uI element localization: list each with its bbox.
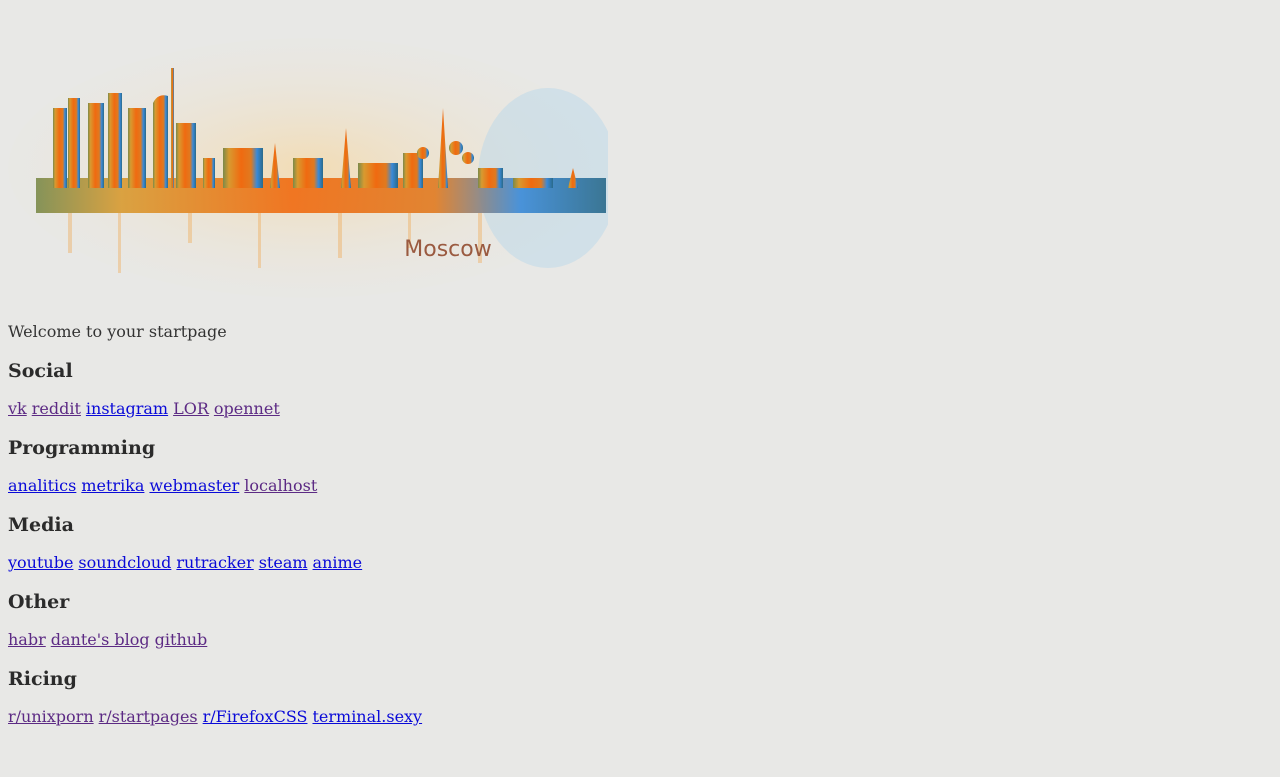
link-row-other: habr dante's blog github [8,629,1272,651]
link-localhost[interactable]: localhost [244,476,317,495]
link-instagram[interactable]: instagram [86,399,168,418]
link-sections: Social vk reddit instagram LOR opennet Program… [8,359,1272,728]
link-row-ricing: r/unixporn r/startpages r/FirefoxCSS termin… [8,706,1272,728]
section-title-social: Social [8,360,73,382]
section-title-other: Other [8,591,70,613]
link-opennet[interactable]: opennet [214,399,280,418]
link-metrika[interactable]: metrika [81,476,144,495]
link-r-unixporn[interactable]: r/unixporn [8,707,94,726]
link-r-startpages[interactable]: r/startpages [99,707,198,726]
section-title-ricing: Ricing [8,668,77,690]
section-title-programming: Programming [8,437,156,459]
moscow-skyline-image: Moscow [8,38,608,298]
link-webmaster[interactable]: webmaster [149,476,239,495]
link-analitics[interactable]: analitics [8,476,76,495]
link-soundcloud[interactable]: soundcloud [78,553,171,572]
link-habr[interactable]: habr [8,630,46,649]
welcome-text: Welcome to your startpage [8,322,227,341]
link-lor[interactable]: LOR [173,399,209,418]
link-row-programming: analitics metrika webmaster localhost [8,475,1272,497]
link-youtube[interactable]: youtube [8,553,73,572]
link-rutracker[interactable]: rutracker [176,553,253,572]
link-steam[interactable]: steam [259,553,308,572]
banner-caption: Moscow [404,237,491,262]
link-vk[interactable]: vk [8,399,27,418]
startpage: Moscow Welcome to your startpage Social v… [0,8,1280,728]
link-r-firefoxcss[interactable]: r/FirefoxCSS [203,707,308,726]
section-title-media: Media [8,514,74,536]
link-reddit[interactable]: reddit [32,399,81,418]
link-row-media: youtube soundcloud rutracker steam anime [8,552,1272,574]
link-anime[interactable]: anime [313,553,363,572]
link-dante-s-blog[interactable]: dante's blog [51,630,150,649]
link-row-social: vk reddit instagram LOR opennet [8,398,1272,420]
link-terminal-sexy[interactable]: terminal.sexy [312,707,422,726]
link-github[interactable]: github [155,630,208,649]
